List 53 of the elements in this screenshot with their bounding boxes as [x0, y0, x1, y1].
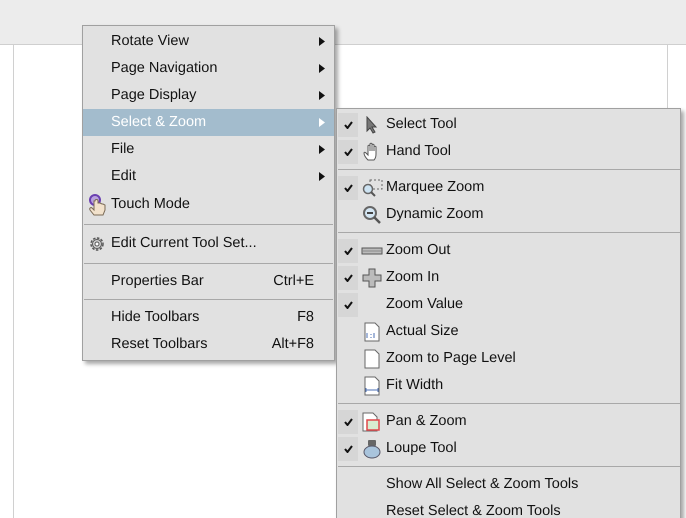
menu-item[interactable]: Zoom Out — [337, 237, 680, 264]
menu-item[interactable]: Touch Mode — [83, 190, 334, 220]
actual-size-page-icon — [364, 322, 380, 342]
menu-item[interactable]: Zoom Value — [337, 291, 680, 318]
menu-item[interactable]: Hide Toolbars F8 — [83, 304, 334, 331]
menu-item[interactable]: Marquee Zoom — [337, 174, 680, 201]
loupe-icon — [362, 438, 382, 458]
submenu-arrow-icon — [319, 145, 325, 154]
submenu-arrow-icon — [319, 118, 325, 127]
submenu-arrow-icon — [319, 91, 325, 100]
menu-item[interactable]: Reset Select & Zoom Tools — [337, 498, 680, 518]
menu-item[interactable]: Dynamic Zoom — [337, 201, 680, 228]
fit-width-page-icon — [364, 376, 380, 396]
checkmark-icon — [344, 444, 352, 452]
menu-item[interactable]: Reset Toolbars Alt+F8 — [83, 331, 334, 358]
menu-item[interactable]: Properties Bar Ctrl+E — [83, 268, 334, 295]
shortcut-label: Alt+F8 — [272, 334, 314, 354]
menu-item[interactable]: Zoom In — [337, 264, 680, 291]
menu-item[interactable]: Show All Select & Zoom Tools — [337, 471, 680, 498]
menu-item[interactable]: File — [83, 136, 334, 163]
submenu-arrow-icon — [319, 64, 325, 73]
menu-item[interactable]: Hand Tool — [337, 138, 680, 165]
checkmark-icon — [344, 418, 352, 426]
gear-icon — [88, 235, 106, 253]
magnifier-icon — [362, 204, 382, 224]
menu-item[interactable]: Page Navigation — [83, 55, 334, 82]
menu-item[interactable]: Edit — [83, 163, 334, 190]
checkmark-icon — [344, 246, 352, 254]
checkmark-icon — [344, 274, 352, 282]
menu-item[interactable]: Fit Width — [337, 372, 680, 399]
submenu-arrow-icon — [319, 172, 325, 181]
menu-item[interactable]: Zoom to Page Level — [337, 345, 680, 372]
menu-item[interactable]: Rotate View — [83, 28, 334, 55]
menu-item[interactable]: Page Display — [83, 82, 334, 109]
minus-icon — [361, 246, 383, 254]
touch-hand-icon — [87, 194, 107, 216]
page-icon — [364, 348, 380, 368]
pan-zoom-icon — [362, 412, 382, 432]
menu-item[interactable]: Edit Current Tool Set... — [83, 229, 334, 259]
shortcut-label: F8 — [297, 308, 314, 327]
submenu-arrow-icon — [319, 37, 325, 46]
pointer-icon — [364, 116, 380, 134]
menu-item[interactable]: Pan & Zoom — [337, 408, 680, 435]
menu-item[interactable]: Actual Size — [337, 318, 680, 345]
checkmark-icon — [344, 184, 352, 192]
checkmark-icon — [344, 148, 352, 156]
menu-item[interactable]: Loupe Tool — [337, 435, 680, 462]
checkmark-icon — [344, 300, 352, 308]
shortcut-label: Ctrl+E — [273, 272, 314, 291]
plus-icon — [362, 268, 382, 288]
checkmark-icon — [344, 120, 352, 128]
marquee-zoom-icon — [361, 178, 383, 196]
menu-item[interactable]: Select Tool — [337, 111, 680, 138]
